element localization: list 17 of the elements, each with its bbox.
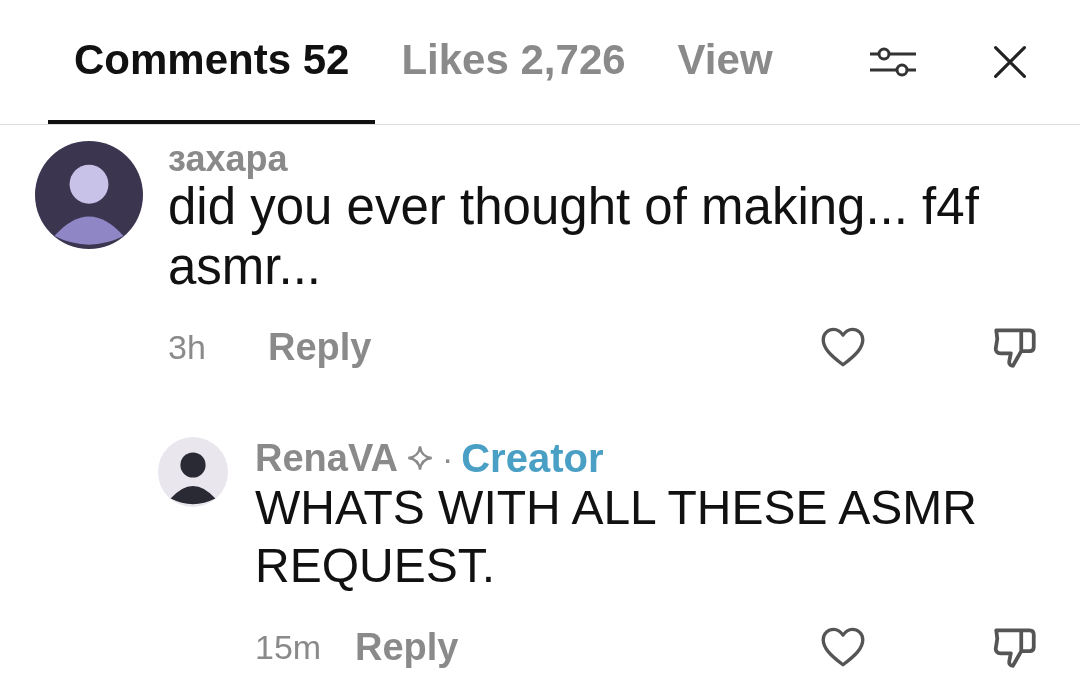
username[interactable]: захара xyxy=(168,138,288,180)
comment-text: did you ever thought of making... f4f asmr... xyxy=(168,178,980,297)
tab[interactable]: View xyxy=(651,0,799,124)
sparkle-icon xyxy=(405,444,434,472)
tab[interactable]: Comments 52 xyxy=(48,0,376,124)
tab[interactable]: Likes 2,726 xyxy=(375,0,652,124)
comment-time: 3h xyxy=(168,327,207,367)
comment-time: 15m xyxy=(255,627,323,667)
separator-dot: · xyxy=(441,438,454,478)
reply-button[interactable]: Reply xyxy=(355,625,459,669)
comment-text: WHATS WITH ALL THESE ASMR REQUEST. xyxy=(255,480,978,594)
avatar[interactable] xyxy=(158,437,228,507)
avatar[interactable] xyxy=(35,141,143,249)
reply-button[interactable]: Reply xyxy=(268,325,372,369)
creator-label: Creator xyxy=(461,435,604,481)
close-icon[interactable] xyxy=(992,44,1028,80)
username[interactable]: RenaVA xyxy=(255,436,398,480)
